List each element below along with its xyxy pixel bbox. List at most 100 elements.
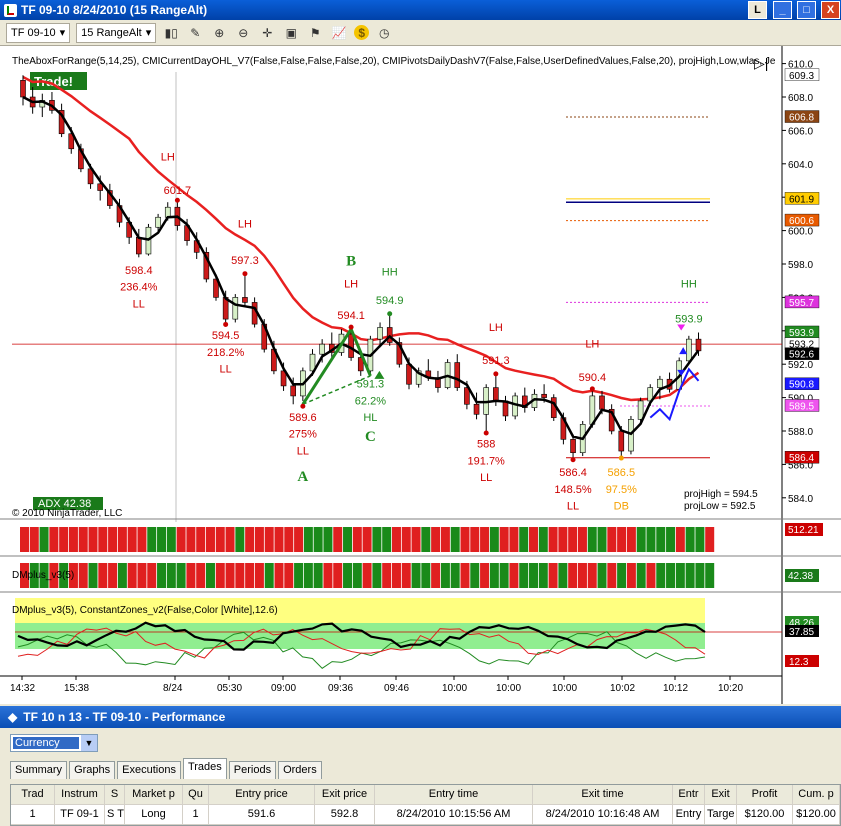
histogram-bar [108, 527, 118, 552]
tab-orders[interactable]: Orders [278, 761, 322, 779]
column-header[interactable]: Exit [705, 785, 737, 804]
histogram-bar [626, 563, 636, 588]
chart-svg[interactable]: TheAboxForRange(5,14,25), CMICurrentDayO… [0, 46, 841, 704]
histogram-bar [470, 527, 480, 552]
chart-area[interactable]: TheAboxForRange(5,14,25), CMICurrentDayO… [0, 46, 841, 704]
table-cell: Long [125, 805, 183, 824]
histogram-bar [362, 527, 372, 552]
price-marker-label: 590.8 [789, 380, 814, 391]
zoom-in-icon[interactable]: ⊕ [210, 24, 228, 42]
histogram-bar [78, 527, 88, 552]
histogram-bar [646, 563, 656, 588]
dollar-icon[interactable]: $ [354, 25, 370, 40]
histogram-bar [166, 527, 176, 552]
tab-summary[interactable]: Summary [10, 761, 68, 779]
link-button[interactable]: L [748, 1, 767, 19]
table-row[interactable]: 1 TF 09-1 S TF Long 1 591.6 592.8 8/24/2… [11, 805, 840, 825]
histogram-bar [499, 563, 509, 588]
histogram-bar [695, 563, 705, 588]
currency-select[interactable]: Currency ▼ [10, 734, 98, 752]
pane3-value: 42.38 [788, 571, 813, 582]
column-header[interactable]: S [105, 785, 125, 804]
chart-annotation: 594.5 [212, 330, 240, 342]
pane2-value: 512.21 [788, 525, 819, 536]
column-header[interactable]: Qu [183, 785, 209, 804]
column-header[interactable]: Entry price [209, 785, 315, 804]
indicators-icon[interactable]: 📈 [330, 24, 348, 42]
table-cell: S TF [105, 805, 125, 824]
table-cell: Targe [705, 805, 737, 824]
chart-annotation: 591.3 [357, 379, 385, 391]
histogram-bar [646, 527, 656, 552]
price-tick-label: 600.0 [788, 227, 813, 238]
time-tick-label: 14:32 [10, 683, 35, 694]
candle-body [20, 79, 26, 98]
chevron-down-icon: ▼ [81, 735, 97, 751]
chart-annotation: HH [382, 267, 398, 279]
chart-annotation: HL [363, 412, 377, 424]
clock-icon[interactable]: ◷ [375, 24, 393, 42]
instrument-selector[interactable]: TF 09-10 ▾ [6, 22, 71, 43]
chart-annotation: 601.7 [164, 185, 192, 197]
chart-annotation: 598.4 [125, 265, 153, 277]
chart-annotation: 275% [289, 429, 317, 441]
column-header[interactable]: Instrum [55, 785, 105, 804]
price-marker-label: 593.9 [789, 328, 814, 339]
column-header[interactable]: Market p [125, 785, 183, 804]
chart-annotation: DB [614, 500, 629, 512]
histogram-bar [166, 563, 176, 588]
column-header[interactable]: Entry time [375, 785, 533, 804]
candle [386, 315, 393, 346]
chart-annotation: 590.4 [579, 372, 607, 384]
histogram-bar [137, 563, 147, 588]
column-header[interactable]: Profit [737, 785, 793, 804]
column-header[interactable]: Entr [673, 785, 705, 804]
bar-style-icon[interactable]: ▮▯ [162, 24, 180, 42]
close-button[interactable]: X [821, 1, 840, 19]
histogram-bar [49, 527, 59, 552]
time-tick-label: 10:02 [610, 683, 635, 694]
column-header[interactable]: Trad [11, 785, 55, 804]
candle [483, 384, 490, 431]
histogram-bar [274, 563, 284, 588]
column-header[interactable]: Cum. p [793, 785, 840, 804]
candle-body [695, 338, 702, 352]
candle [39, 93, 46, 118]
chart-annotation: LH [344, 278, 358, 290]
crosshair-icon[interactable]: ✛ [258, 24, 276, 42]
tab-periods[interactable]: Periods [228, 761, 277, 779]
chart-annotation: LH [585, 339, 599, 351]
histogram-bar [372, 563, 382, 588]
maximize-button[interactable]: □ [797, 1, 816, 19]
chart-annotation: 97.5% [606, 484, 637, 496]
properties-icon[interactable]: ▣ [282, 24, 300, 42]
histogram-bar [205, 527, 215, 552]
pencil-icon[interactable]: ✎ [186, 24, 204, 42]
minimize-button[interactable]: _ [773, 1, 792, 19]
candle-body [242, 297, 248, 303]
table-header: Trad Instrum S Market p Qu Entry price E… [11, 785, 840, 805]
column-header[interactable]: Exit time [533, 785, 673, 804]
time-tick-label: 10:20 [718, 683, 743, 694]
histogram-bar [68, 527, 78, 552]
histogram-bar [59, 527, 69, 552]
histogram-bar [108, 563, 118, 588]
histogram-bar [519, 527, 529, 552]
histogram-bar [313, 563, 323, 588]
tab-trades[interactable]: Trades [182, 758, 227, 779]
swing-low-dot [223, 321, 229, 327]
instrument-value: TF 09-10 [11, 26, 56, 39]
chart-annotation: C [365, 429, 376, 445]
histogram-bar [29, 527, 39, 552]
strategy-icon[interactable]: ⚑ [306, 24, 324, 42]
tab-graphs[interactable]: Graphs [69, 761, 116, 779]
zoom-out-icon[interactable]: ⊖ [234, 24, 252, 42]
tab-executions[interactable]: Executions [117, 761, 181, 779]
price-marker-label: 606.8 [789, 113, 814, 124]
column-header[interactable]: Exit price [315, 785, 375, 804]
histogram-bar [470, 563, 480, 588]
interval-selector[interactable]: 15 RangeAlt ▾ [76, 22, 157, 43]
histogram-bar [568, 527, 578, 552]
histogram-bar [176, 527, 186, 552]
candle [435, 370, 441, 393]
